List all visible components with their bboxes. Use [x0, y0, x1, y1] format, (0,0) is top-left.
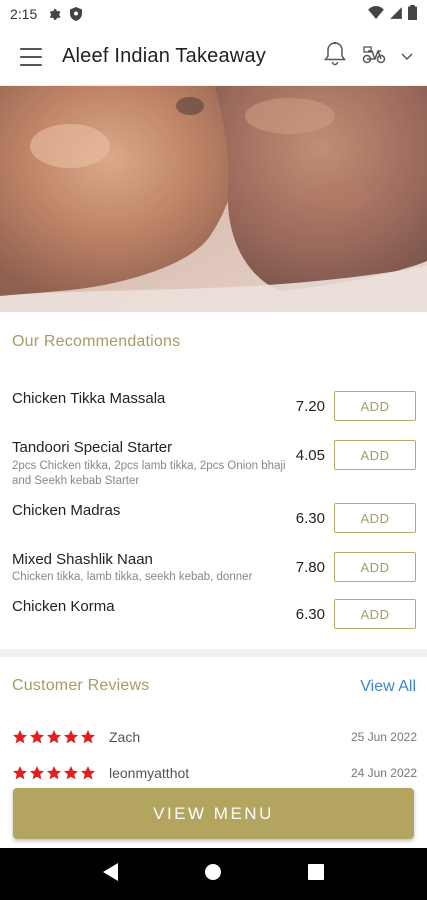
system-nav-bar: [0, 848, 427, 900]
settings-gear-icon: [47, 7, 61, 21]
app-bar: Aleef Indian Takeaway: [0, 28, 427, 86]
recommendations-title: Our Recommendations: [12, 333, 181, 350]
item-price: 7.20: [295, 398, 325, 415]
item-name: Chicken Tikka Massala: [12, 390, 166, 407]
home-icon[interactable]: [204, 863, 222, 886]
review-row: leonmyatthot 24 Jun 2022: [12, 763, 417, 783]
star-icon: [30, 766, 44, 780]
item-price: 7.80: [295, 559, 325, 576]
chevron-down-icon[interactable]: [401, 48, 413, 66]
section-divider: [0, 649, 427, 657]
item-description: 2pcs Chicken tikka, 2pcs lamb tikka, 2pc…: [12, 460, 286, 487]
item-price: 6.30: [295, 606, 325, 623]
view-menu-button[interactable]: VIEW MENU: [13, 788, 414, 839]
star-icon: [81, 730, 95, 744]
battery-icon: [408, 5, 417, 23]
star-rating: [12, 729, 96, 745]
review-author: Zach: [109, 729, 141, 745]
item-description: Chicken tikka, lamb tikka, seekh kebab, …: [12, 571, 253, 583]
status-time: 2:15: [10, 6, 38, 22]
recents-icon[interactable]: [308, 863, 325, 885]
star-icon: [30, 730, 44, 744]
star-icon: [64, 766, 78, 780]
reviews-title: Customer Reviews: [12, 677, 150, 694]
review-date: 25 Jun 2022: [350, 730, 417, 744]
item-name: Chicken Korma: [12, 598, 115, 615]
shield-icon: [69, 7, 83, 21]
item-price: 6.30: [295, 510, 325, 527]
add-button[interactable]: ADD: [334, 503, 416, 533]
add-button[interactable]: ADD: [334, 552, 416, 582]
item-price: 4.05: [295, 447, 325, 464]
bell-icon[interactable]: [323, 41, 347, 72]
status-right-icons: [368, 5, 417, 23]
add-button[interactable]: ADD: [334, 440, 416, 470]
review-row: Zach 25 Jun 2022: [12, 727, 417, 747]
signal-icon: [389, 6, 403, 23]
add-button[interactable]: ADD: [334, 599, 416, 629]
back-icon[interactable]: [102, 862, 119, 886]
review-author: leonmyatthot: [109, 765, 190, 781]
star-icon: [47, 730, 61, 744]
status-bar: 2:15: [0, 0, 427, 28]
star-icon: [64, 730, 78, 744]
add-button[interactable]: ADD: [334, 391, 416, 421]
item-name: Tandoori Special Starter: [12, 439, 173, 456]
star-icon: [81, 766, 95, 780]
star-icon: [47, 766, 61, 780]
review-date: 24 Jun 2022: [350, 766, 417, 780]
page-title: Aleef Indian Takeaway: [62, 45, 266, 67]
hero-food-image: [0, 86, 427, 312]
star-rating: [12, 765, 96, 781]
star-icon: [13, 730, 27, 744]
wifi-icon: [368, 6, 384, 22]
delivery-scooter-icon[interactable]: [361, 44, 387, 69]
item-name: Mixed Shashlik Naan: [12, 551, 153, 568]
star-icon: [13, 766, 27, 780]
item-name: Chicken Madras: [12, 502, 121, 519]
hamburger-menu-icon[interactable]: [20, 47, 42, 66]
app-bar-actions: [323, 41, 413, 72]
view-all-link[interactable]: View All: [360, 678, 416, 696]
